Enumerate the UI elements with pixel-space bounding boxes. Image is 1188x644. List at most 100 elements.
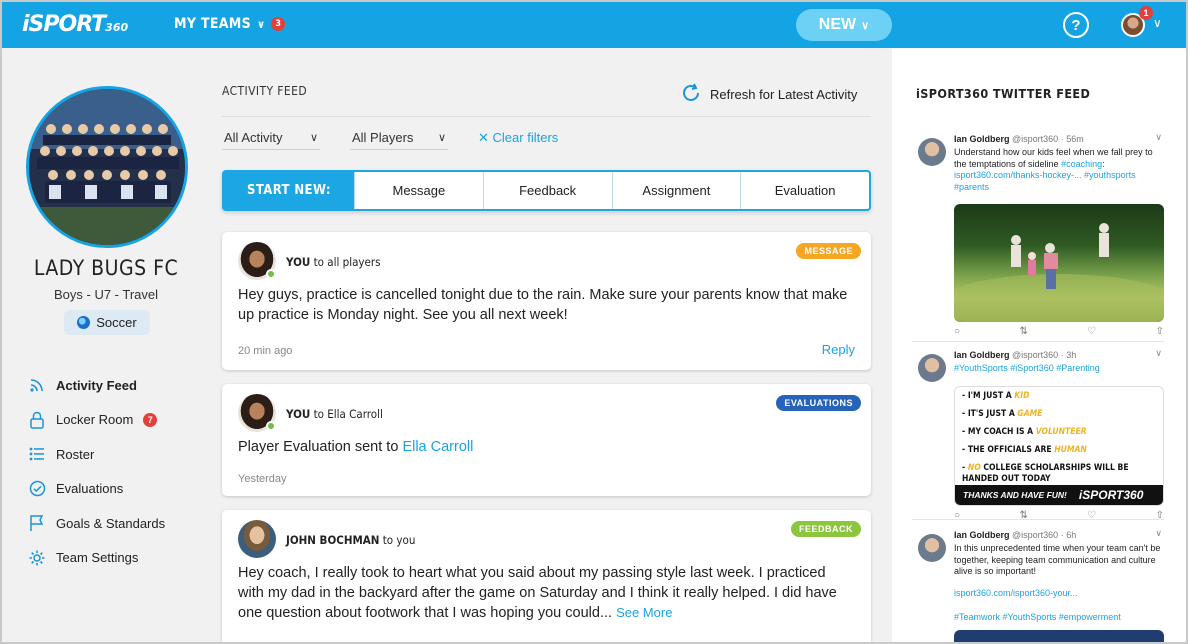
divider bbox=[222, 116, 871, 117]
team-subtitle: Boys - U7 - Travel bbox=[53, 287, 159, 302]
tweet-author: Ian Goldberg bbox=[954, 530, 1010, 540]
start-message-button[interactable]: Message bbox=[354, 172, 483, 209]
sidebar-item-roster[interactable]: Roster bbox=[28, 437, 198, 472]
post-text: Hey guys, practice is cancelled tonight … bbox=[238, 287, 848, 323]
tweet-hashtags[interactable]: #YouthSports #iSport360 #Parenting bbox=[954, 363, 1164, 375]
gear-icon bbox=[28, 549, 46, 567]
chevron-down-icon[interactable]: ∨ bbox=[1155, 348, 1162, 359]
chevron-down-icon[interactable]: ∨ bbox=[1153, 16, 1162, 30]
tweet-actions: ○ ⇅ ♡ ⇧ bbox=[954, 510, 1164, 521]
poster-highlight: NO bbox=[967, 463, 981, 473]
team-photo-image bbox=[29, 89, 185, 245]
logo-text: iSPORT bbox=[22, 12, 106, 37]
reply-button[interactable]: Reply bbox=[822, 342, 855, 357]
tweet-card-preview[interactable] bbox=[954, 630, 1164, 642]
poster-line: - I'M JUST A KID bbox=[962, 391, 1029, 401]
close-icon: ✕ bbox=[478, 130, 489, 145]
tweet-link[interactable]: isport360.com/thanks-hockey-... #youthsp… bbox=[954, 170, 1136, 180]
hashtag-link[interactable]: #parents bbox=[954, 182, 989, 192]
avatar bbox=[918, 138, 946, 166]
new-button-label: NEW bbox=[818, 16, 857, 33]
sidebar-item-activity-feed[interactable]: Activity Feed bbox=[28, 368, 198, 403]
refresh-button[interactable]: Refresh for Latest Activity bbox=[680, 82, 857, 107]
tweet-photo[interactable] bbox=[954, 204, 1164, 322]
check-circle-icon bbox=[28, 480, 46, 498]
refresh-label: Refresh for Latest Activity bbox=[710, 87, 858, 102]
start-feedback-button[interactable]: Feedback bbox=[482, 172, 612, 209]
hashtag-link[interactable]: #coaching bbox=[1061, 159, 1102, 169]
tweet-poster-image[interactable]: - I'M JUST A KID - IT'S JUST A GAME - MY… bbox=[954, 386, 1164, 506]
reply-icon[interactable]: ○ bbox=[954, 510, 960, 521]
player-link[interactable]: Ella Carroll bbox=[402, 439, 473, 455]
help-glyph: ? bbox=[1071, 16, 1081, 34]
post-text-body: Player Evaluation sent to bbox=[238, 439, 403, 455]
chevron-down-icon: ∨ bbox=[257, 17, 266, 31]
like-icon[interactable]: ♡ bbox=[1087, 510, 1096, 521]
sidebar-item-label: Activity Feed bbox=[56, 377, 137, 393]
my-teams-menu[interactable]: MY TEAMS ∨ 3 bbox=[174, 16, 286, 32]
activity-filter-value: All Activity bbox=[224, 130, 283, 145]
share-icon[interactable]: ⇧ bbox=[1156, 326, 1164, 337]
my-teams-badge: 3 bbox=[271, 17, 286, 31]
sidebar-item-team-settings[interactable]: Team Settings bbox=[28, 541, 198, 576]
golf-photo bbox=[954, 223, 1164, 322]
share-icon[interactable]: ⇧ bbox=[1156, 510, 1164, 521]
retweet-icon[interactable]: ⇅ bbox=[1019, 510, 1027, 521]
feed-title: ACTIVITY FEED bbox=[222, 84, 308, 98]
new-button[interactable]: NEW ∨ bbox=[796, 9, 892, 41]
help-icon[interactable]: ? bbox=[1063, 12, 1089, 38]
isport360-logo: iSPORT360 bbox=[1078, 488, 1144, 502]
my-teams-label: MY TEAMS bbox=[174, 16, 251, 32]
poster-line: - IT'S JUST A GAME bbox=[962, 409, 1042, 419]
sidebar-item-locker-room[interactable]: Locker Room 7 bbox=[28, 403, 198, 438]
sidebar-item-label: Evaluations bbox=[56, 481, 124, 497]
tweet-body: Understand how our kids feel when we fal… bbox=[954, 147, 1153, 169]
sidebar-nav: Activity Feed Locker Room 7 Roster Evalu… bbox=[28, 368, 198, 575]
tweet-link[interactable]: isport360.com/isport360-your... bbox=[954, 588, 1164, 600]
evaluations-tag: EVALUATIONS bbox=[776, 395, 861, 411]
poster-highlight: HUMAN bbox=[1054, 445, 1087, 455]
poster-text: - I'M bbox=[962, 391, 984, 401]
see-more-link[interactable]: See More bbox=[616, 605, 672, 620]
sidebar-item-goals-standards[interactable]: Goals & Standards bbox=[28, 506, 198, 541]
list-icon bbox=[28, 445, 46, 463]
chevron-down-icon: ∨ bbox=[437, 132, 446, 144]
team-photo bbox=[26, 86, 188, 248]
top-nav-bar: iSPORT360 MY TEAMS ∨ 3 NEW ∨ ? 1 ∨ bbox=[2, 2, 1186, 48]
poster-text: - THE OFFICIALS ARE bbox=[962, 445, 1055, 455]
players-filter-value: All Players bbox=[352, 130, 414, 145]
chevron-down-icon[interactable]: ∨ bbox=[1155, 528, 1162, 539]
feed-card-feedback: JOHN BOCHMAN to you FEEDBACK Hey coach, … bbox=[222, 510, 871, 642]
post-author-line: YOU to Ella Carroll bbox=[286, 407, 383, 421]
tweet-actions: ○ ⇅ ♡ ⇧ bbox=[954, 326, 1164, 337]
tweet-author: Ian Goldberg bbox=[954, 350, 1010, 360]
isport360-logo[interactable]: iSPORT360 bbox=[22, 12, 128, 37]
start-assignment-button[interactable]: Assignment bbox=[611, 172, 741, 209]
post-text: Player Evaluation sent to Ella Carroll bbox=[238, 437, 851, 457]
user-avatar[interactable]: 1 bbox=[1121, 6, 1153, 37]
reply-icon[interactable]: ○ bbox=[954, 326, 960, 337]
clear-filters-link[interactable]: ✕ Clear filters bbox=[478, 130, 558, 146]
sidebar-item-label: Goals & Standards bbox=[56, 515, 166, 531]
flag-icon bbox=[28, 514, 46, 532]
sidebar-item-evaluations[interactable]: Evaluations bbox=[28, 472, 198, 507]
post-author: YOU bbox=[286, 407, 311, 421]
poster-highlight: VOLUNTEER bbox=[1035, 427, 1087, 437]
activity-filter-select[interactable]: All Activity ∨ bbox=[222, 126, 320, 150]
online-indicator bbox=[266, 421, 276, 431]
activity-feed-panel: ACTIVITY FEED Refresh for Latest Activit… bbox=[202, 48, 892, 642]
poster-line: - MY COACH IS A VOLUNTEER bbox=[962, 427, 1087, 437]
chevron-down-icon[interactable]: ∨ bbox=[1155, 132, 1162, 143]
chevron-down-icon: ∨ bbox=[309, 132, 318, 144]
sidebar-item-label: Locker Room bbox=[56, 412, 134, 428]
poster-highlight: GAME bbox=[1017, 409, 1043, 419]
avatar bbox=[918, 354, 946, 382]
retweet-icon[interactable]: ⇅ bbox=[1019, 326, 1027, 337]
players-filter-select[interactable]: All Players ∨ bbox=[350, 126, 448, 150]
start-evaluation-button[interactable]: Evaluation bbox=[740, 172, 869, 209]
app-frame: iSPORT360 MY TEAMS ∨ 3 NEW ∨ ? 1 ∨ LADY … bbox=[0, 0, 1188, 644]
like-icon[interactable]: ♡ bbox=[1087, 326, 1096, 337]
tweet-header: Ian Goldberg @isport360 · 6h bbox=[954, 530, 1076, 540]
post-author-line: JOHN BOCHMAN to you bbox=[286, 533, 415, 547]
tweet-hashtags[interactable]: #Teamwork #YouthSports #empowerment bbox=[954, 612, 1164, 624]
